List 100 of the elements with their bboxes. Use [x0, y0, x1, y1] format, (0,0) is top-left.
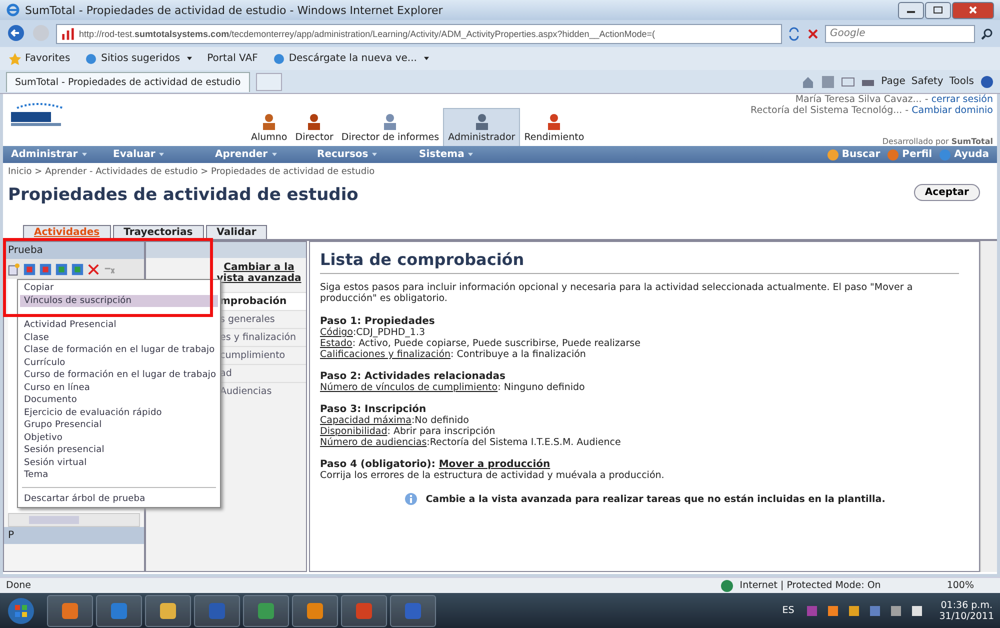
context-menu-item[interactable]: Descartar árbol de prueba: [20, 492, 218, 505]
context-menu-item[interactable]: Curso en línea: [20, 382, 218, 394]
role-tab[interactable]: Alumno: [247, 109, 292, 146]
role-tab[interactable]: Director de informes: [337, 109, 444, 146]
new-tab-button[interactable]: [256, 72, 282, 90]
command-menu[interactable]: Tools: [949, 76, 974, 87]
caret-icon: [186, 56, 194, 61]
tab[interactable]: Trayectorias: [112, 225, 204, 239]
stop-icon[interactable]: [806, 26, 820, 40]
maximize-icon: [933, 6, 943, 14]
taskbar-button[interactable]: [145, 594, 191, 626]
language-indicator[interactable]: ES: [782, 605, 794, 616]
menu-item[interactable]: Sistema: [419, 149, 521, 160]
search-icon[interactable]: [980, 26, 994, 40]
field-link[interactable]: Calificaciones y finalización: [320, 349, 451, 360]
context-menu-item[interactable]: Objetivo: [20, 432, 218, 444]
move-to-production-link[interactable]: Mover a producción: [438, 459, 550, 470]
taskbar-button[interactable]: [96, 594, 142, 626]
globe-icon: [720, 578, 734, 592]
role-tab[interactable]: Rendimiento: [520, 109, 588, 146]
field-link[interactable]: Número de audiencias: [320, 437, 427, 448]
clock-time[interactable]: 01:36 p.m.: [940, 600, 992, 610]
field-link[interactable]: Código: [320, 327, 353, 338]
close-button[interactable]: [952, 2, 994, 18]
menu-item[interactable]: Administrar: [11, 149, 113, 160]
mail-icon[interactable]: [841, 74, 856, 88]
star-icon: [8, 52, 22, 66]
context-menu-item[interactable]: Tema: [20, 469, 218, 482]
tab[interactable]: Validar: [206, 225, 268, 239]
field-link[interactable]: Capacidad máxima: [320, 415, 412, 426]
maximize-button[interactable]: [925, 2, 951, 18]
refresh-icon[interactable]: [787, 26, 801, 40]
address-field[interactable]: http://rod-test.sumtotalsystems.com/tecdemonterrey/app/administration/Learning/Activity/ADM_ActivityProperties.aspx?hidden__ActionMode=(: [56, 24, 782, 44]
favorites-item[interactable]: Favorites: [8, 52, 70, 66]
tray-icon[interactable]: [827, 604, 840, 616]
context-menu-item[interactable]: Documento: [20, 394, 218, 406]
menu-tool-link[interactable]: Perfil: [886, 148, 932, 162]
new-item-icon[interactable]: [7, 262, 20, 276]
favorites-item[interactable]: Sitios sugeridos: [84, 52, 194, 66]
tray-icon[interactable]: [911, 604, 924, 616]
context-menu-item[interactable]: Actividad Presencial: [20, 319, 218, 332]
context-menu-item[interactable]: Sesión presencial: [20, 444, 218, 456]
back-button[interactable]: [6, 24, 26, 44]
clock-date[interactable]: 31/10/2011: [939, 610, 994, 622]
role-tab[interactable]: Administrador: [443, 108, 520, 146]
taskbar-button[interactable]: [341, 594, 387, 626]
taskbar-button[interactable]: [47, 594, 93, 626]
nav-item[interactable]: mprobación: [218, 292, 306, 310]
accept-button[interactable]: Aceptar: [914, 184, 980, 200]
taskbar-button[interactable]: [194, 594, 240, 626]
menu-item[interactable]: Evaluar: [113, 149, 215, 160]
move-item-icon[interactable]: [23, 262, 36, 276]
move-item-icon[interactable]: [71, 262, 84, 276]
taskbar-button[interactable]: [292, 594, 338, 626]
role-tab[interactable]: Director: [291, 109, 338, 146]
menu-item[interactable]: Aprender: [215, 149, 317, 160]
logout-link[interactable]: cerrar sesión: [931, 94, 993, 105]
menu-item[interactable]: Recursos: [317, 149, 419, 160]
step-heading: Paso 1: Propiedades: [320, 316, 436, 327]
context-menu-item[interactable]: Ejercicio de evaluación rápido: [20, 406, 218, 419]
change-domain-link[interactable]: Cambiar dominio: [912, 105, 993, 116]
context-menu-item[interactable]: Clase: [20, 332, 218, 344]
context-menu-item[interactable]: Grupo Presencial: [20, 419, 218, 432]
caret-icon: [371, 152, 378, 157]
field-link[interactable]: Estado: [320, 338, 352, 349]
command-menu[interactable]: Safety: [911, 76, 944, 87]
field-link[interactable]: Número de vínculos de cumplimiento: [320, 382, 498, 393]
vertical-scrollbar[interactable]: [980, 241, 997, 572]
minimize-button[interactable]: [898, 2, 924, 18]
favorites-item[interactable]: Portal VAF: [207, 53, 258, 64]
menu-tool-link[interactable]: Ayuda: [938, 148, 989, 162]
nav-item[interactable]: Audiencias: [218, 382, 306, 400]
home-icon[interactable]: [801, 74, 816, 88]
delete-icon[interactable]: [87, 262, 100, 276]
menu-tool-link[interactable]: Buscar: [826, 148, 880, 162]
context-menu-item[interactable]: Curso de formación en el lugar de trabajo: [20, 369, 218, 382]
panel-header: Prueba: [4, 242, 144, 259]
move-item-icon[interactable]: [55, 262, 68, 276]
nav-item[interactable]: ad: [218, 364, 306, 382]
context-menu-item[interactable]: Copiar: [20, 282, 218, 294]
move-item-icon[interactable]: [39, 262, 52, 276]
field-link[interactable]: Disponibilidad: [320, 426, 388, 437]
start-button[interactable]: [6, 596, 36, 626]
browser-tab[interactable]: SumTotal - Propiedades de actividad de estudio: [6, 72, 250, 92]
favorites-item[interactable]: Descárgate la nueva ve...: [272, 52, 430, 66]
taskbar-button[interactable]: [243, 594, 289, 626]
context-menu-item[interactable]: Sesión virtual: [20, 456, 218, 469]
caret-icon: [80, 152, 88, 157]
context-menu-item[interactable]: Vínculos de suscripción: [20, 294, 218, 307]
search-field[interactable]: Google: [825, 24, 975, 42]
tray-icon[interactable]: [848, 604, 860, 616]
context-menu-item[interactable]: Currículo: [20, 356, 218, 369]
tray-icon[interactable]: [890, 604, 902, 616]
command-menu[interactable]: Page: [881, 76, 906, 87]
app-icon: [158, 600, 178, 620]
horizontal-scrollbar[interactable]: [8, 513, 140, 527]
context-menu-item[interactable]: Clase de formación en el lugar de trabajo: [20, 344, 218, 356]
zoom-level[interactable]: 100%: [946, 580, 974, 591]
nav-item[interactable]: cumplimiento: [218, 346, 306, 364]
taskbar-button[interactable]: [390, 594, 436, 626]
